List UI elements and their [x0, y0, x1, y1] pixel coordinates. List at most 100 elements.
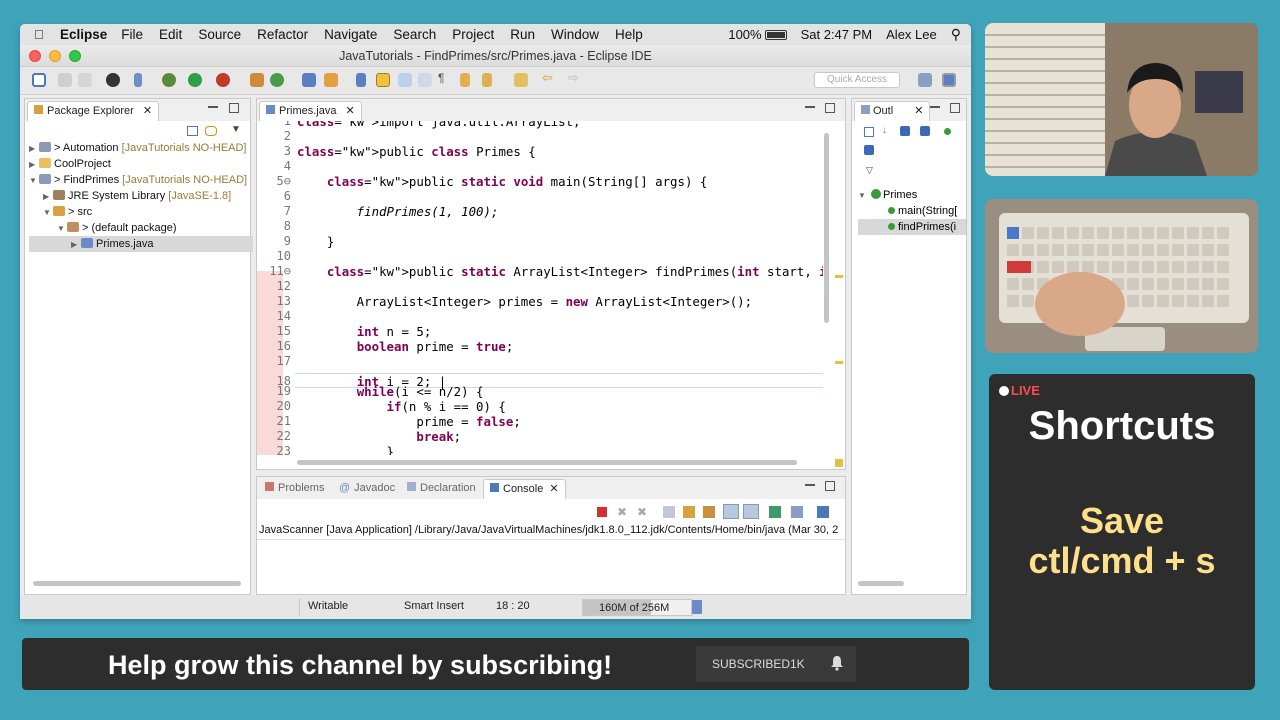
close-window-button[interactable]	[29, 50, 41, 62]
minimize-outline-button[interactable]	[930, 106, 940, 108]
tab-outline[interactable]: Outl ✕	[854, 101, 931, 121]
spotlight-search-icon[interactable]: ⚲	[951, 26, 961, 43]
next-annotation-icon[interactable]	[460, 73, 470, 87]
close-icon[interactable]: ✕	[143, 105, 152, 117]
tab-problems[interactable]: Problems	[259, 479, 330, 499]
prev-annotation-icon[interactable]	[482, 73, 492, 87]
minimize-console-button[interactable]	[805, 484, 815, 486]
profile-icon[interactable]	[106, 73, 120, 87]
show-on-error-icon[interactable]	[743, 504, 759, 519]
open-console-icon[interactable]	[817, 506, 829, 518]
expand-icon[interactable]: ▶	[71, 237, 81, 252]
zoom-window-button[interactable]	[69, 50, 81, 62]
pin-console-icon[interactable]	[769, 506, 781, 518]
view-menu-icon[interactable]: ▽	[866, 165, 873, 176]
tab-package-explorer[interactable]: Package Explorer ✕	[27, 101, 160, 121]
new-icon[interactable]	[32, 73, 46, 87]
java-perspective-icon[interactable]	[942, 73, 956, 87]
outline-item-main[interactable]: main(String[	[858, 203, 966, 219]
display-console-icon[interactable]	[791, 506, 803, 518]
block-selection-icon[interactable]	[398, 73, 412, 87]
tree-item-automation[interactable]: ▶ > Automation [JavaTutorials NO-HEAD]	[29, 140, 253, 156]
minimize-view-button[interactable]	[208, 106, 218, 108]
editor-vertical-scrollbar[interactable]	[824, 133, 829, 323]
remove-all-icon[interactable]: ✖	[637, 505, 647, 519]
show-on-output-icon[interactable]	[723, 504, 739, 519]
run-icon[interactable]	[188, 73, 202, 87]
maximize-editor-button[interactable]	[825, 103, 835, 113]
debug-icon[interactable]	[162, 73, 176, 87]
tree-item-coolproject[interactable]: ▶ CoolProject	[29, 156, 253, 172]
menu-search[interactable]: Search	[393, 27, 436, 42]
word-wrap-icon[interactable]	[418, 73, 432, 87]
save-icon[interactable]	[58, 73, 72, 87]
collapse-icon[interactable]: ▼	[43, 205, 53, 220]
close-icon[interactable]: ✕	[549, 483, 558, 495]
outline-horizontal-scrollbar[interactable]	[858, 581, 904, 586]
menu-source[interactable]: Source	[198, 27, 241, 42]
notification-bell-icon[interactable]	[830, 655, 844, 671]
expand-icon[interactable]: ▶	[29, 141, 39, 156]
maximize-console-button[interactable]	[825, 481, 835, 491]
tree-item-primes-java[interactable]: ▶ Primes.java	[29, 236, 253, 252]
tree-item-default-package[interactable]: ▼ > (default package)	[29, 220, 253, 236]
collapse-all-icon[interactable]	[187, 126, 198, 136]
sort-icon[interactable]: ↓	[882, 125, 887, 136]
code-area[interactable]: 1 class="kw">import java.util.ArrayList; …	[257, 121, 823, 455]
search-icon[interactable]	[356, 73, 366, 87]
menu-navigate[interactable]: Navigate	[324, 27, 377, 42]
expand-icon[interactable]: ▶	[43, 189, 53, 204]
tree-item-findprimes[interactable]: ▼ > FindPrimes [JavaTutorials NO-HEAD]	[29, 172, 253, 188]
collapse-icon[interactable]: ▼	[858, 191, 866, 200]
scroll-lock-icon[interactable]	[683, 506, 695, 518]
open-type-icon[interactable]	[324, 73, 338, 87]
external-tools-icon[interactable]	[216, 73, 230, 87]
menu-edit[interactable]: Edit	[159, 27, 182, 42]
tab-javadoc[interactable]: @ Javadoc	[333, 479, 401, 499]
terminate-icon[interactable]	[597, 507, 607, 517]
maximize-outline-button[interactable]	[950, 103, 960, 113]
view-menu-icon[interactable]: ▼	[231, 124, 241, 135]
menu-run[interactable]: Run	[510, 27, 535, 42]
outline-item-primes[interactable]: ▼ Primes	[858, 187, 966, 203]
new-java-project-icon[interactable]	[250, 73, 264, 87]
tab-declaration[interactable]: Declaration	[401, 479, 482, 499]
collapse-all-icon[interactable]	[864, 127, 874, 137]
hide-local-types-icon[interactable]	[864, 145, 874, 155]
hide-fields-icon[interactable]	[900, 126, 910, 136]
heap-status-bar[interactable]: 160M of 256M	[582, 599, 692, 616]
menu-help[interactable]: Help	[615, 27, 643, 42]
clear-console-icon[interactable]	[663, 506, 675, 518]
back-icon[interactable]: ⇦	[542, 70, 556, 85]
collapse-icon[interactable]: ▼	[29, 173, 39, 188]
subscribed-button[interactable]: SUBSCRIBED 1K	[696, 646, 856, 682]
new-package-icon[interactable]	[270, 73, 284, 87]
apple-icon[interactable]: 	[34, 27, 52, 42]
word-wrap-icon[interactable]	[703, 506, 715, 518]
maximize-view-button[interactable]	[229, 103, 239, 113]
show-whitespace-icon[interactable]: ¶	[438, 71, 452, 85]
close-icon[interactable]: ✕	[346, 105, 355, 117]
minimize-window-button[interactable]	[49, 50, 61, 62]
outline-item-findprimes[interactable]: findPrimes(i	[858, 219, 966, 235]
tab-primes-java[interactable]: Primes.java ✕	[259, 101, 362, 121]
skip-breakpoints-icon[interactable]	[134, 73, 142, 87]
battery-status[interactable]: 100%	[728, 27, 787, 42]
menu-project[interactable]: Project	[452, 27, 494, 42]
horizontal-scrollbar[interactable]	[33, 581, 241, 586]
minimize-editor-button[interactable]	[805, 106, 815, 108]
menu-refactor[interactable]: Refactor	[257, 27, 308, 42]
last-edit-icon[interactable]	[514, 73, 528, 87]
link-editor-icon[interactable]	[205, 126, 217, 136]
save-all-icon[interactable]	[78, 73, 92, 87]
tab-console[interactable]: Console ✕	[483, 479, 566, 499]
collapse-icon[interactable]: ▼	[57, 221, 67, 236]
console-output[interactable]	[257, 539, 845, 582]
open-perspective-icon[interactable]	[918, 73, 932, 87]
hide-nonpublic-icon[interactable]	[944, 128, 951, 135]
editor-horizontal-scrollbar[interactable]	[297, 460, 797, 465]
menu-window[interactable]: Window	[551, 27, 599, 42]
warning-summary-icon[interactable]	[835, 459, 843, 467]
user-name[interactable]: Alex Lee	[886, 27, 937, 42]
tree-item-jre-library[interactable]: ▶ JRE System Library [JavaSE-1.8]	[29, 188, 253, 204]
